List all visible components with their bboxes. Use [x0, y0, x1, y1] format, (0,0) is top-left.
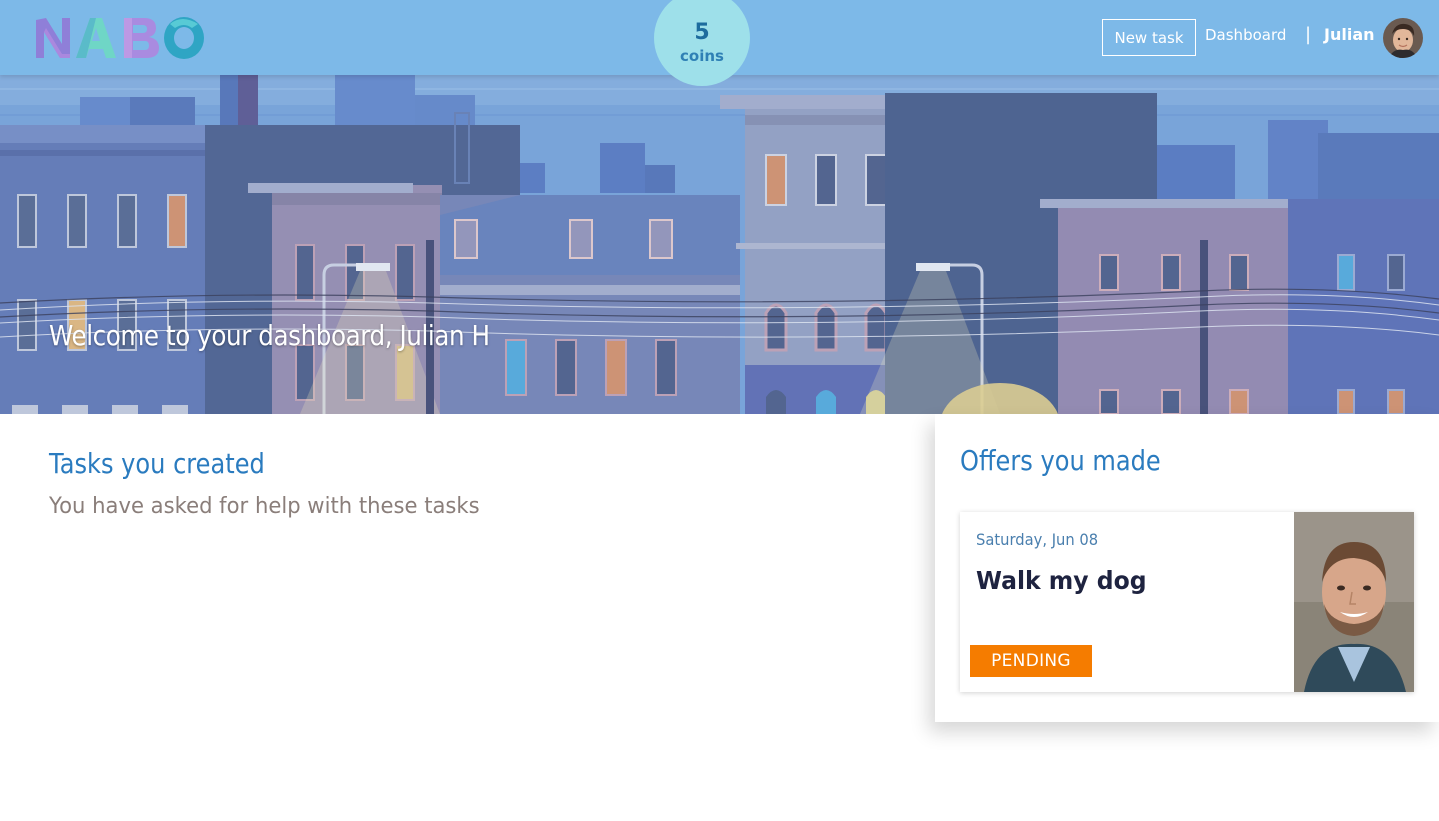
- hero-banner: Welcome to your dashboard, Julian H: [0, 75, 1439, 414]
- city-illustration: [0, 75, 1439, 414]
- offers-panel: Offers you made Saturday, Jun 08 Walk my…: [935, 414, 1439, 722]
- tasks-created-title: Tasks you created: [49, 447, 265, 480]
- dashboard-link[interactable]: Dashboard: [1205, 26, 1286, 44]
- offer-card[interactable]: Saturday, Jun 08 Walk my dog PENDING: [960, 512, 1414, 692]
- offer-task-title: Walk my dog: [976, 566, 1147, 595]
- nav-separator: |: [1305, 24, 1312, 45]
- logo-letter-n: [36, 18, 70, 58]
- task-owner-photo: [1294, 512, 1414, 692]
- tasks-created-subtitle: You have asked for help with these tasks: [49, 494, 480, 519]
- tasks-created-section: Tasks you created You have asked for hel…: [49, 447, 869, 519]
- coins-badge[interactable]: 5 coins: [654, 0, 750, 86]
- offers-title: Offers you made: [960, 444, 1161, 477]
- new-task-button[interactable]: New task: [1102, 19, 1196, 56]
- nabo-logo[interactable]: [32, 10, 208, 62]
- user-avatar[interactable]: [1383, 18, 1423, 58]
- offer-date: Saturday, Jun 08: [976, 530, 1099, 549]
- status-badge: PENDING: [970, 645, 1092, 677]
- top-navbar: 5 coins New task Dashboard | Julian: [0, 0, 1439, 86]
- user-name-link[interactable]: Julian: [1324, 25, 1375, 44]
- welcome-heading: Welcome to your dashboard, Julian H: [49, 319, 490, 352]
- coins-count: 5: [694, 20, 710, 45]
- coins-label: coins: [680, 47, 724, 65]
